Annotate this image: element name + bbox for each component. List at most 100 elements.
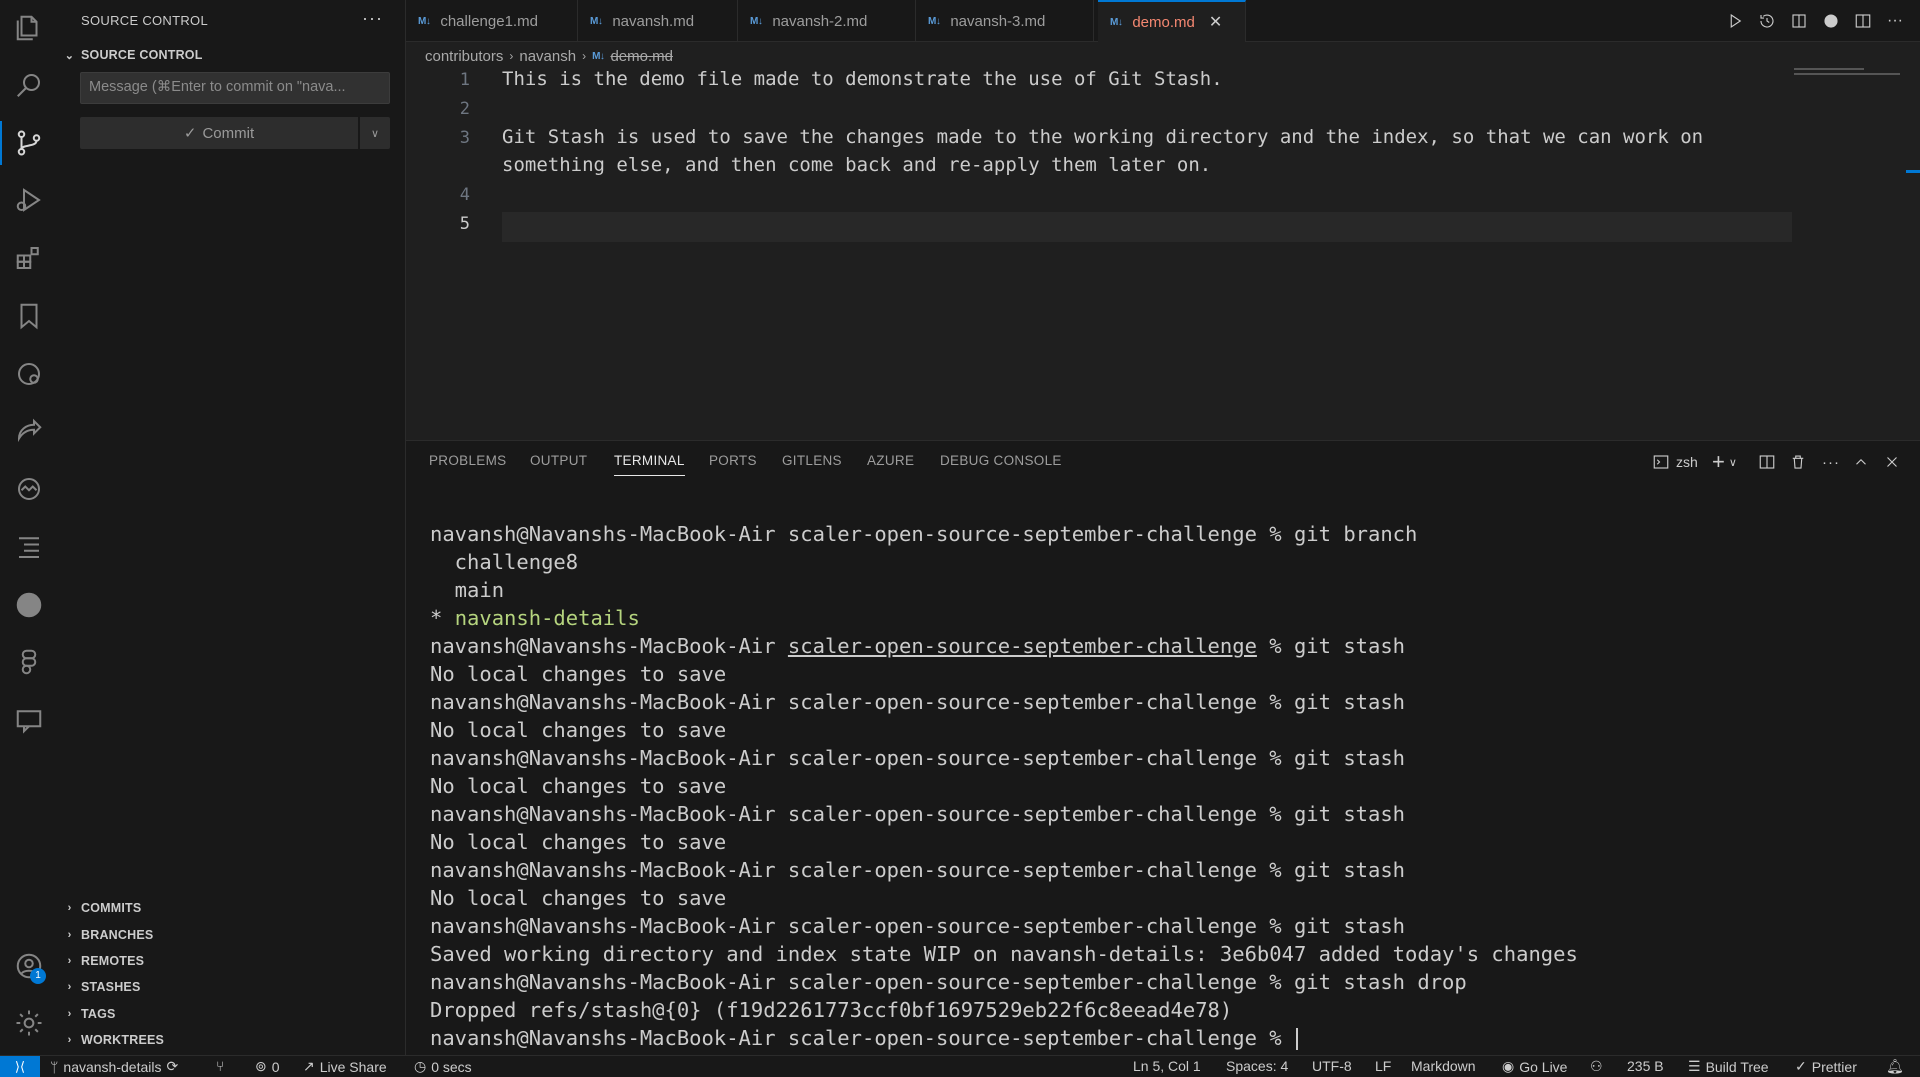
terminal-shell-selector[interactable]: zsh — [1652, 451, 1698, 473]
explorer-icon[interactable] — [0, 0, 58, 56]
section-remotes[interactable]: › REMOTES — [58, 948, 406, 974]
end-of-line[interactable]: LF — [1375, 1058, 1391, 1074]
more-actions-icon[interactable]: ··· — [362, 8, 383, 29]
comments-icon[interactable] — [0, 692, 58, 748]
branch-indicator[interactable]: ᛘ navansh-details ⟳ — [50, 1058, 178, 1075]
encoding[interactable]: UTF-8 — [1312, 1058, 1352, 1074]
split-editor-icon[interactable] — [1850, 8, 1876, 34]
go-live-button[interactable]: ◉ Go Live — [1502, 1058, 1567, 1075]
bookmark-icon[interactable] — [0, 288, 58, 344]
commit-button[interactable]: ✓ Commit — [80, 117, 358, 149]
tab-navansh[interactable]: M↓ navansh.md — [578, 0, 738, 42]
list-icon: ☰ — [1688, 1058, 1701, 1074]
terminal-cursor — [1295, 1028, 1298, 1050]
clock-icon: ◷ — [414, 1058, 427, 1074]
settings-gear-icon[interactable] — [0, 995, 58, 1051]
minimap[interactable] — [1794, 68, 1864, 70]
tab-problems[interactable]: PROBLEMS — [429, 453, 506, 468]
minimap[interactable] — [1794, 73, 1900, 75]
terminal-prompt: navansh@Navanshs-MacBook-Air — [430, 858, 788, 882]
accounts-icon[interactable]: 1 — [0, 938, 58, 994]
live-share-icon: ↗ — [303, 1058, 315, 1074]
terminal-line: navansh@Navanshs-MacBook-Air scaler-open… — [430, 632, 1578, 660]
terminal-output[interactable]: navansh@Navanshs-MacBook-Air scaler-open… — [430, 520, 1578, 1052]
section-tags[interactable]: › TAGS — [58, 1001, 406, 1027]
breadcrumb-item[interactable]: navansh — [519, 48, 576, 65]
gitlens-icon[interactable] — [0, 577, 58, 633]
editor[interactable]: 1 This is the demo file made to demonstr… — [406, 66, 1920, 440]
tab-output[interactable]: OUTPUT — [530, 453, 587, 468]
close-panel-button[interactable] — [1883, 451, 1901, 473]
current-line-highlight — [502, 212, 1792, 242]
maximize-panel-button[interactable] — [1852, 451, 1870, 473]
prettier-button[interactable]: ✓ Prettier — [1795, 1058, 1857, 1075]
broadcast-icon: ◉ — [1502, 1058, 1515, 1074]
language-mode[interactable]: Markdown — [1411, 1058, 1476, 1074]
live-share-icon[interactable] — [0, 403, 58, 459]
source-control-icon[interactable] — [0, 115, 58, 171]
terminal-prompt: navansh@Navanshs-MacBook-Air — [430, 970, 788, 994]
section-commits[interactable]: › COMMITS — [58, 895, 406, 921]
timeline-icon[interactable] — [1754, 8, 1780, 34]
outline-icon[interactable] — [0, 519, 58, 575]
section-branches[interactable]: › BRANCHES — [58, 922, 406, 948]
tab-terminal[interactable]: TERMINAL — [614, 453, 685, 476]
search-icon[interactable] — [0, 57, 58, 113]
live-share-label: Live Share — [319, 1058, 387, 1075]
section-label: SOURCE CONTROL — [81, 48, 203, 62]
commit-message-input[interactable]: Message (⌘Enter to commit on "nava... — [80, 72, 390, 104]
time-tracker[interactable]: ◷ 0 secs — [414, 1058, 472, 1075]
ports-indicator[interactable]: ⊚ 0 — [255, 1058, 280, 1075]
terminal-dir[interactable]: scaler-open-source-september-challenge — [788, 634, 1257, 658]
tab-ports[interactable]: PORTS — [709, 453, 757, 468]
chevron-right-icon: › — [67, 955, 72, 967]
more-actions-icon[interactable]: ··· — [1882, 8, 1908, 34]
live-share-button[interactable]: ↗ Live Share — [303, 1058, 387, 1075]
tab-navansh-2[interactable]: M↓ navansh-2.md — [738, 0, 916, 42]
tab-demo[interactable]: M↓ demo.md ✕ — [1098, 0, 1246, 42]
terminal-line: navansh@Navanshs-MacBook-Air scaler-open… — [430, 800, 1578, 828]
remote-indicator[interactable]: ⟩⟨ — [0, 1056, 40, 1077]
open-preview-icon[interactable] — [1786, 8, 1812, 34]
section-worktrees[interactable]: › WORKTREES — [58, 1027, 406, 1053]
tab-navansh-3[interactable]: M↓ navansh-3.md — [916, 0, 1094, 42]
notifications-bell-icon[interactable]: 🔔︎ — [1886, 1058, 1904, 1075]
chevron-down-icon: ∨ — [1728, 456, 1737, 469]
tab-challenge1[interactable]: M↓ challenge1.md — [406, 0, 578, 42]
copilot-icon[interactable]: ⚇ — [1590, 1058, 1603, 1075]
run-icon[interactable] — [1722, 8, 1748, 34]
git-graph-icon[interactable]: ⑂ — [216, 1058, 224, 1074]
terminal-command: % git stash — [1256, 858, 1406, 882]
terminal-line: navansh@Navanshs-MacBook-Air scaler-open… — [430, 744, 1578, 772]
run-debug-icon[interactable] — [0, 172, 58, 228]
chevron-down-icon: ⌄ — [64, 49, 75, 62]
extensions-icon[interactable] — [0, 230, 58, 286]
remote-explorer-icon[interactable] — [0, 346, 58, 402]
split-terminal-button[interactable] — [1758, 451, 1776, 473]
section-source-control[interactable]: ⌄ SOURCE CONTROL — [58, 42, 406, 68]
tab-gitlens[interactable]: GITLENS — [782, 453, 842, 468]
chevron-right-icon: › — [582, 49, 587, 63]
kill-terminal-button[interactable] — [1789, 451, 1807, 473]
indentation[interactable]: Spaces: 4 — [1226, 1058, 1288, 1074]
theme-toggle-icon[interactable] — [1818, 8, 1844, 34]
split-icon — [1759, 455, 1775, 469]
new-terminal-button[interactable]: + ∨ — [1712, 449, 1737, 474]
section-stashes[interactable]: › STASHES — [58, 974, 406, 1000]
tab-debug-console[interactable]: DEBUG CONSOLE — [940, 453, 1062, 468]
figma-icon[interactable] — [0, 634, 58, 690]
terminal-line: navansh@Navanshs-MacBook-Air scaler-open… — [430, 520, 1578, 548]
scrollbar[interactable] — [1906, 170, 1920, 173]
terminal-dir: scaler-open-source-september-challenge — [787, 914, 1257, 938]
more-actions-icon[interactable]: ··· — [1822, 451, 1840, 473]
cursor-position[interactable]: Ln 5, Col 1 — [1133, 1058, 1201, 1074]
breadcrumb-item[interactable]: contributors — [425, 48, 503, 65]
close-icon[interactable]: ✕ — [1209, 12, 1222, 32]
azure-icon[interactable] — [0, 461, 58, 517]
tab-azure[interactable]: AZURE — [867, 453, 914, 468]
terminal-line: No local changes to save — [430, 718, 727, 742]
build-tree-button[interactable]: ☰ Build Tree — [1688, 1058, 1769, 1075]
remote-icon: ⟩⟨ — [14, 1059, 26, 1074]
commit-dropdown-button[interactable]: ∨ — [360, 117, 390, 149]
breadcrumb-item[interactable]: demo.md — [610, 48, 673, 65]
